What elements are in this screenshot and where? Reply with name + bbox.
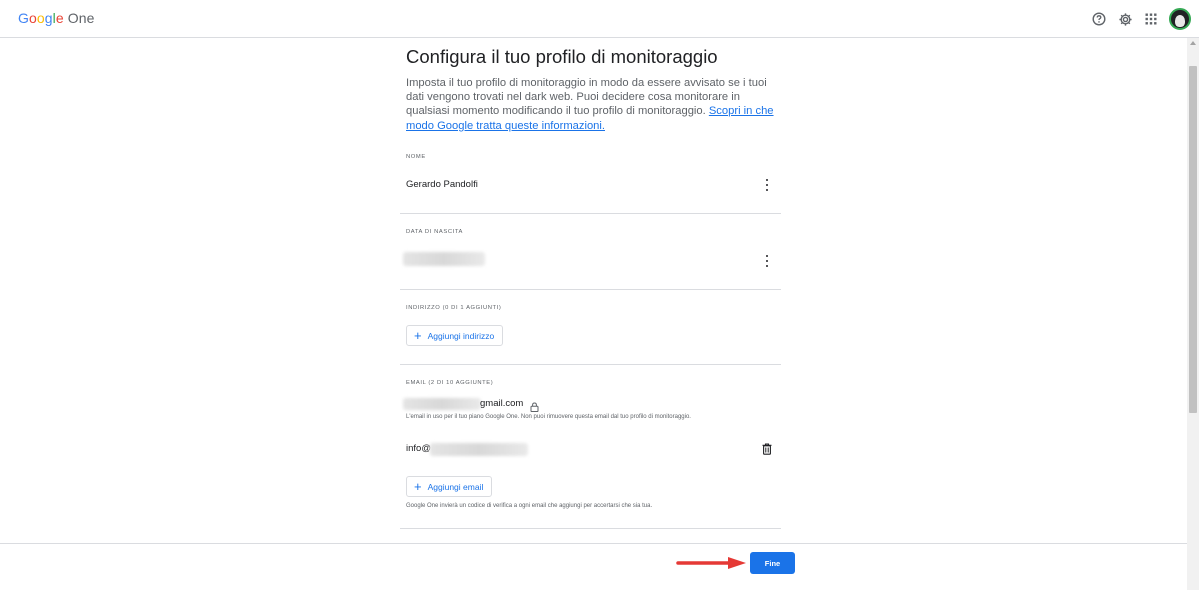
add-email-button[interactable]: + Aggiungi email <box>406 476 493 497</box>
help-icon[interactable] <box>1091 11 1107 27</box>
logo-letter: g <box>44 10 53 26</box>
add-address-label: Aggiungi indirizzo <box>427 330 495 341</box>
secondary-email-redacted <box>430 443 528 456</box>
settings-gear-icon[interactable] <box>1117 11 1133 27</box>
plus-icon: + <box>414 478 422 494</box>
account-avatar[interactable] <box>1169 8 1191 30</box>
done-button[interactable]: Fine <box>750 552 795 574</box>
primary-email-note: L'email in uso per il tuo piano Google O… <box>406 414 691 420</box>
add-email-label: Aggiungi email <box>427 481 484 492</box>
logo-letter: o <box>29 10 37 26</box>
logo-product: One <box>67 10 95 26</box>
google-one-logo[interactable]: Google One <box>18 10 95 26</box>
delete-trash-icon[interactable] <box>762 442 772 460</box>
primary-email-domain: gmail.com <box>480 398 524 409</box>
logo-letter: G <box>18 10 29 26</box>
address-label: INDIRIZZO (0 DI 1 AGGIUNTI) <box>406 305 502 311</box>
page-title: Configura il tuo profilo di monitoraggio <box>406 46 718 67</box>
red-arrow-annotation-icon <box>676 556 748 575</box>
divider <box>400 213 781 214</box>
secondary-email-prefix: info@ <box>406 443 431 454</box>
intro-text: Imposta il tuo profilo di monitoraggio i… <box>406 76 781 133</box>
plus-icon: + <box>414 327 422 343</box>
birth-date-redacted <box>403 252 485 266</box>
birth-date-label: DATA DI NASCITA <box>406 229 463 235</box>
divider <box>400 364 781 365</box>
name-value: Gerardo Pandolfi <box>406 179 478 190</box>
footer-bar: Fine <box>0 543 1187 590</box>
add-email-note: Google One invierà un codice di verifica… <box>406 503 653 509</box>
email-label: EMAIL (2 DI 10 AGGIUNTE) <box>406 380 494 386</box>
scroll-thumb[interactable] <box>1189 66 1197 413</box>
name-more-options-icon[interactable] <box>764 179 770 191</box>
content-area: Configura il tuo profilo di monitoraggio… <box>0 38 1187 543</box>
primary-email-redacted <box>403 398 481 410</box>
divider <box>400 528 781 529</box>
apps-grid-icon[interactable] <box>1143 11 1159 27</box>
top-bar: Google One <box>0 0 1199 38</box>
divider <box>400 289 781 290</box>
logo-letter: o <box>36 10 45 26</box>
logo-letter: e <box>55 10 64 26</box>
scroll-up-arrow-icon[interactable] <box>1190 41 1196 45</box>
add-address-button[interactable]: + Aggiungi indirizzo <box>406 325 504 346</box>
birth-date-more-options-icon[interactable] <box>764 255 770 267</box>
page-scrollbar[interactable] <box>1187 38 1199 590</box>
name-label: NOME <box>406 154 426 160</box>
